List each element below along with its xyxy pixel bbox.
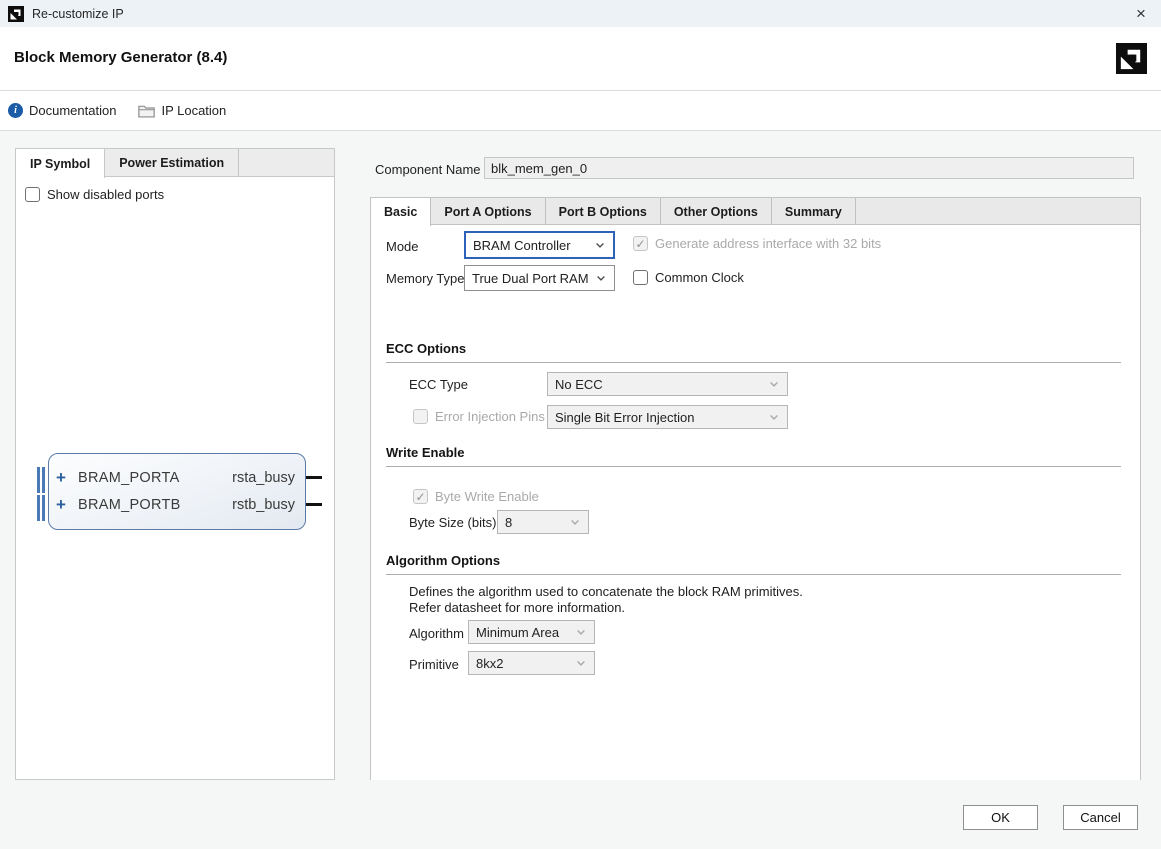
output-pin <box>306 476 322 479</box>
chevron-down-icon <box>768 378 780 390</box>
recustomize-ip-dialog: Re-customize IP × Block Memory Generator… <box>0 0 1161 849</box>
close-icon[interactable]: × <box>1129 2 1153 26</box>
chevron-down-icon <box>575 657 587 669</box>
byte-write-enable-checkbox: ✓ Byte Write Enable <box>413 489 539 504</box>
left-tab-bar: IP Symbol Power Estimation <box>16 149 334 177</box>
write-enable-title: Write Enable <box>386 445 465 460</box>
checkbox-icon: ✓ <box>25 187 40 202</box>
ok-button[interactable]: OK <box>963 805 1038 830</box>
bram-ip-symbol: + BRAM_PORTA rsta_busy + BRAM_PORTB rstb… <box>48 453 306 530</box>
expand-plus-icon[interactable]: + <box>56 468 78 488</box>
component-name-label: Component Name <box>375 162 481 177</box>
error-injection-select: Single Bit Error Injection <box>547 405 788 429</box>
tab-power-estimation[interactable]: Power Estimation <box>105 149 239 177</box>
checkbox-icon: ✓ <box>633 270 648 285</box>
algorithm-description-line2: Refer datasheet for more information. <box>409 600 625 615</box>
bus-marker <box>42 495 45 521</box>
port-output: rsta_busy <box>232 470 295 486</box>
component-name-input[interactable] <box>484 157 1134 179</box>
options-panel: Basic Port A Options Port B Options Othe… <box>370 197 1141 780</box>
show-disabled-ports-label: Show disabled ports <box>47 187 164 202</box>
memory-type-label: Memory Type <box>386 271 465 286</box>
bus-marker <box>37 495 40 521</box>
bus-marker <box>37 467 40 493</box>
ip-location-button[interactable]: IP Location <box>138 103 226 118</box>
port-name: BRAM_PORTB <box>78 497 181 513</box>
ecc-type-select: No ECC <box>547 372 788 396</box>
generate-address-checkbox: ✓ Generate address interface with 32 bit… <box>633 236 881 251</box>
byte-write-enable-label: Byte Write Enable <box>435 489 539 504</box>
algorithm-select: Minimum Area <box>468 620 595 644</box>
chevron-down-icon <box>575 626 587 638</box>
section-divider <box>386 574 1121 575</box>
byte-size-label: Byte Size (bits) <box>409 515 496 530</box>
common-clock-label: Common Clock <box>655 270 744 285</box>
titlebar: Re-customize IP × <box>0 0 1161 27</box>
chevron-down-icon <box>569 516 581 528</box>
chevron-down-icon <box>595 272 607 284</box>
algorithm-description-line1: Defines the algorithm used to concatenat… <box>409 584 803 599</box>
cancel-button[interactable]: Cancel <box>1063 805 1138 830</box>
window-title: Re-customize IP <box>32 7 124 21</box>
info-icon: i <box>8 103 23 118</box>
checkbox-icon: ✓ <box>633 236 648 251</box>
folder-icon <box>138 104 155 118</box>
port-name: BRAM_PORTA <box>78 470 180 486</box>
tab-summary[interactable]: Summary <box>772 198 856 225</box>
section-divider <box>386 466 1121 467</box>
basic-tab-content: Mode BRAM Controller ✓ Generate address … <box>371 226 1140 780</box>
primitive-label: Primitive <box>409 657 459 672</box>
error-injection-label: Error Injection Pins <box>435 409 545 424</box>
dialog-header: Block Memory Generator (8.4) <box>0 27 1161 90</box>
ecc-type-label: ECC Type <box>409 377 468 392</box>
common-clock-checkbox[interactable]: ✓ Common Clock <box>633 270 744 285</box>
byte-size-select: 8 <box>497 510 589 534</box>
chevron-down-icon <box>594 239 606 251</box>
page-title: Block Memory Generator (8.4) <box>14 49 227 66</box>
documentation-label: Documentation <box>29 103 116 118</box>
tab-ip-symbol[interactable]: IP Symbol <box>16 149 105 178</box>
tab-basic[interactable]: Basic <box>371 198 431 226</box>
port-row-a: + BRAM_PORTA rsta_busy <box>49 465 305 491</box>
toolbar: i Documentation IP Location <box>0 90 1161 131</box>
tab-port-a-options[interactable]: Port A Options <box>431 198 545 225</box>
section-divider <box>386 362 1121 363</box>
ecc-options-title: ECC Options <box>386 341 466 356</box>
port-row-b: + BRAM_PORTB rstb_busy <box>49 492 305 518</box>
xilinx-logo-icon <box>8 6 24 22</box>
algorithm-options-title: Algorithm Options <box>386 553 500 568</box>
ip-symbol-panel: IP Symbol Power Estimation ✓ Show disabl… <box>15 148 335 780</box>
expand-plus-icon[interactable]: + <box>56 495 78 515</box>
documentation-button[interactable]: i Documentation <box>8 103 116 118</box>
error-injection-checkbox: ✓ Error Injection Pins <box>413 409 545 424</box>
generate-address-label: Generate address interface with 32 bits <box>655 236 881 251</box>
mode-label: Mode <box>386 239 419 254</box>
bus-marker <box>42 467 45 493</box>
primitive-select: 8kx2 <box>468 651 595 675</box>
show-disabled-ports-checkbox[interactable]: ✓ Show disabled ports <box>25 187 164 202</box>
ip-location-label: IP Location <box>161 103 226 118</box>
mode-select[interactable]: BRAM Controller <box>464 231 615 259</box>
dialog-body: IP Symbol Power Estimation ✓ Show disabl… <box>0 131 1161 849</box>
checkbox-icon: ✓ <box>413 489 428 504</box>
port-output: rstb_busy <box>232 497 295 513</box>
tab-port-b-options[interactable]: Port B Options <box>546 198 661 225</box>
algorithm-label: Algorithm <box>409 626 464 641</box>
output-pin <box>306 503 322 506</box>
checkbox-icon: ✓ <box>413 409 428 424</box>
memory-type-select[interactable]: True Dual Port RAM <box>464 265 615 291</box>
xilinx-logo <box>1116 43 1147 74</box>
chevron-down-icon <box>768 411 780 423</box>
options-tab-bar: Basic Port A Options Port B Options Othe… <box>371 198 1140 225</box>
tab-other-options[interactable]: Other Options <box>661 198 772 225</box>
